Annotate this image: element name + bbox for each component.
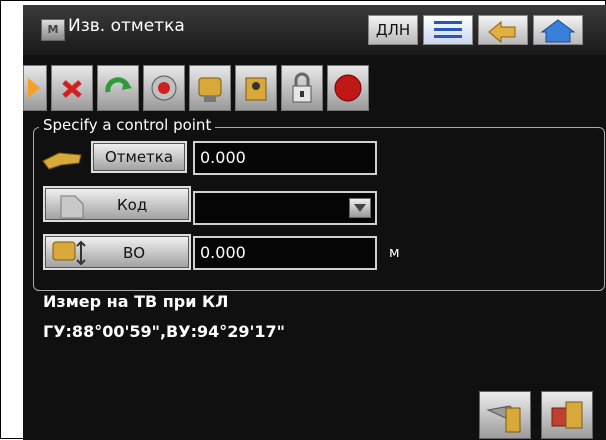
refresh-button[interactable] xyxy=(97,65,139,111)
device-screen: M Изв. отметка ДЛН Specify a control poi… xyxy=(23,5,606,440)
instrument-height-icon xyxy=(52,240,86,266)
code-select[interactable] xyxy=(193,191,377,225)
forward-button[interactable] xyxy=(23,65,47,111)
action-toolbar xyxy=(23,65,606,115)
refresh-icon xyxy=(105,77,132,93)
instrument-height-label: ВО xyxy=(123,244,146,262)
app-frame: M Изв. отметка ДЛН Specify a control poi… xyxy=(0,0,606,440)
dln-button[interactable]: ДЛН xyxy=(368,15,418,45)
chevron-down-icon xyxy=(354,204,366,212)
home-button[interactable] xyxy=(533,15,583,45)
stop-button[interactable] xyxy=(327,65,369,111)
lock-icon xyxy=(292,72,312,103)
list-icon xyxy=(434,21,462,38)
instrument-icon xyxy=(245,77,267,101)
delete-icon xyxy=(62,80,82,98)
instrument-button[interactable] xyxy=(235,65,277,111)
instrument-height-unit: м xyxy=(389,245,400,261)
title-bar: M Изв. отметка ДЛН xyxy=(23,5,606,55)
back-button[interactable] xyxy=(478,15,528,45)
instrument-action-button[interactable] xyxy=(541,391,593,439)
instrument-height-input[interactable]: 0.000 xyxy=(193,236,377,270)
list-view-button[interactable] xyxy=(423,15,473,45)
delete-button[interactable] xyxy=(51,65,93,111)
back-arrow-icon xyxy=(488,20,516,44)
window-title: Изв. отметка xyxy=(68,16,185,36)
code-dropdown-button[interactable] xyxy=(349,198,371,218)
status-line-1: Измер на ТВ при КЛ xyxy=(43,292,229,311)
elevation-button[interactable]: Отметка xyxy=(91,141,187,173)
home-icon xyxy=(540,19,576,43)
code-button[interactable]: Код xyxy=(43,186,191,222)
target-icon xyxy=(151,75,177,101)
code-button-label: Код xyxy=(117,196,148,214)
target-button[interactable] xyxy=(143,65,185,111)
elevation-input[interactable]: 0.000 xyxy=(193,141,377,175)
forward-arrow-icon xyxy=(28,78,40,98)
status-line-2: ГУ:88°00'59",ВУ:94°29'17" xyxy=(43,322,285,341)
instrument-height-button[interactable]: ВО xyxy=(43,234,191,270)
measure-button[interactable] xyxy=(189,65,231,111)
stop-icon xyxy=(334,74,362,102)
measure-icon xyxy=(198,77,222,102)
mode-badge[interactable]: M xyxy=(41,19,65,41)
survey-tool-icon xyxy=(486,405,521,433)
code-icon xyxy=(60,195,84,219)
lock-button[interactable] xyxy=(281,65,323,111)
pin-icon xyxy=(41,145,85,173)
instrument-setup-icon xyxy=(551,401,583,429)
measure-action-button[interactable] xyxy=(479,391,531,439)
group-legend: Specify a control point xyxy=(39,116,216,134)
